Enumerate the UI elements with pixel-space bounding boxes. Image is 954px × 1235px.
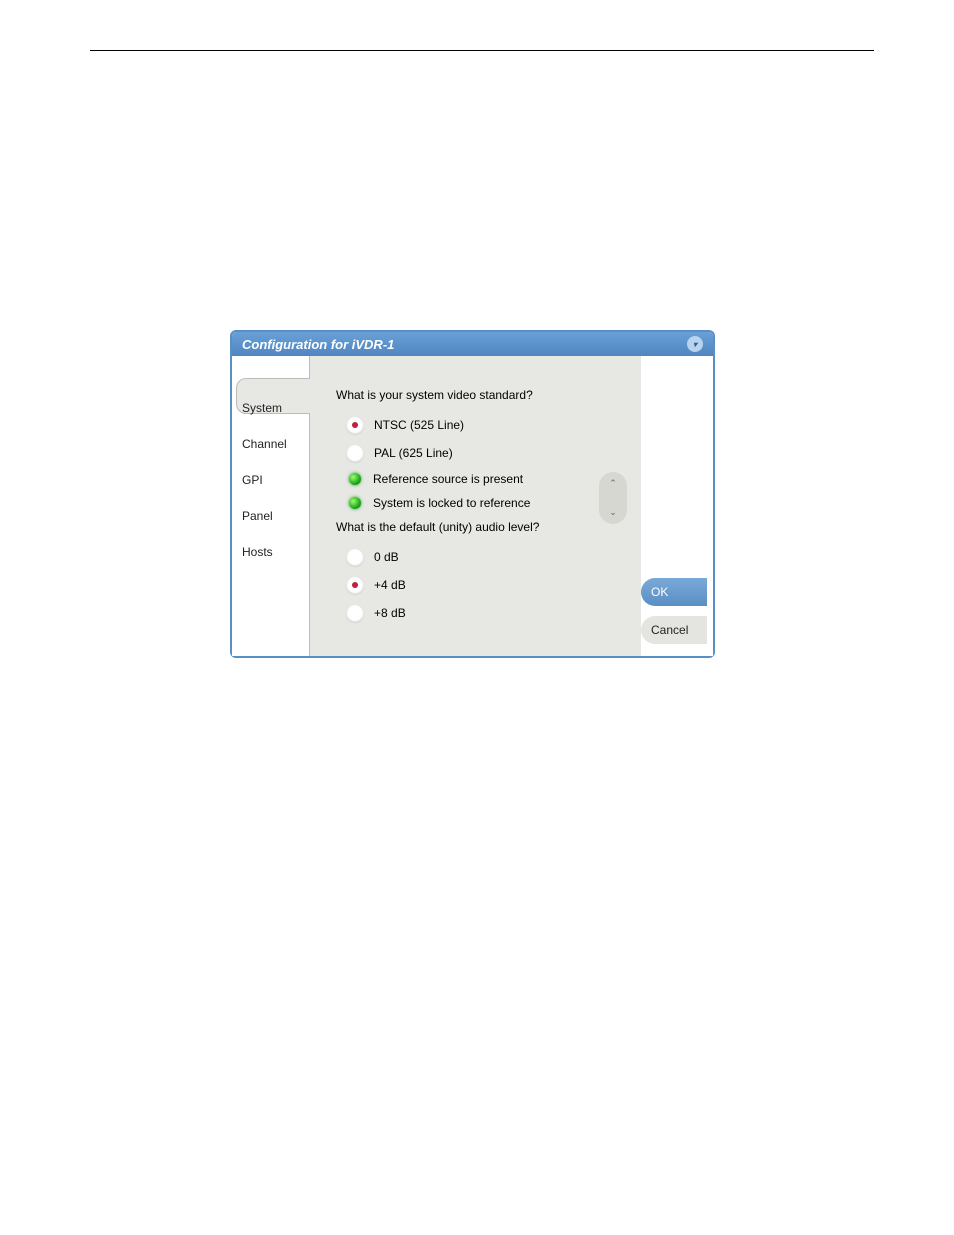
tab-list: System Channel GPI Panel Hosts: [232, 356, 310, 656]
radio-indicator: [346, 604, 364, 622]
tab-gpi[interactable]: GPI: [232, 462, 309, 498]
radio-label: +4 dB: [374, 578, 406, 592]
status-indicator-icon: [349, 497, 361, 509]
status-label: System is locked to reference: [373, 496, 530, 510]
radio-ntsc[interactable]: NTSC (525 Line): [336, 416, 621, 434]
dialog-title: Configuration for iVDR-1: [242, 337, 394, 352]
radio-indicator: [346, 548, 364, 566]
ok-button[interactable]: OK: [641, 578, 707, 606]
audio-level-question: What is the default (unity) audio level?: [336, 520, 621, 534]
radio-indicator: [346, 576, 364, 594]
dialog-titlebar[interactable]: Configuration for iVDR-1 ▾: [232, 332, 713, 356]
status-reference-present: Reference source is present: [336, 472, 621, 486]
radio-label: 0 dB: [374, 550, 399, 564]
radio-8db[interactable]: +8 dB: [336, 604, 621, 622]
status-indicator-icon: [349, 473, 361, 485]
radio-indicator: [346, 444, 364, 462]
tab-content-system: What is your system video standard? NTSC…: [310, 356, 641, 656]
video-standard-question: What is your system video standard?: [336, 388, 621, 402]
radio-0db[interactable]: 0 dB: [336, 548, 621, 566]
chevron-up-icon[interactable]: ⌃: [609, 479, 617, 488]
cancel-button[interactable]: Cancel: [641, 616, 707, 644]
dialog-button-column: OK Cancel: [641, 356, 713, 656]
scroll-control[interactable]: ⌃ ⌄: [599, 472, 627, 524]
tab-system[interactable]: System: [232, 390, 309, 426]
status-locked-reference: System is locked to reference: [336, 496, 621, 510]
radio-label: NTSC (525 Line): [374, 418, 464, 432]
radio-label: +8 dB: [374, 606, 406, 620]
tab-channel[interactable]: Channel: [232, 426, 309, 462]
dropdown-menu-icon[interactable]: ▾: [687, 336, 703, 352]
chevron-down-icon[interactable]: ⌄: [609, 508, 617, 517]
horizontal-rule: [90, 50, 874, 51]
radio-label: PAL (625 Line): [374, 446, 453, 460]
radio-pal[interactable]: PAL (625 Line): [336, 444, 621, 462]
radio-4db[interactable]: +4 dB: [336, 576, 621, 594]
tab-hosts[interactable]: Hosts: [232, 534, 309, 570]
radio-indicator: [346, 416, 364, 434]
status-label: Reference source is present: [373, 472, 523, 486]
tab-panel[interactable]: Panel: [232, 498, 309, 534]
configuration-dialog: Configuration for iVDR-1 ▾ System Channe…: [230, 330, 715, 658]
